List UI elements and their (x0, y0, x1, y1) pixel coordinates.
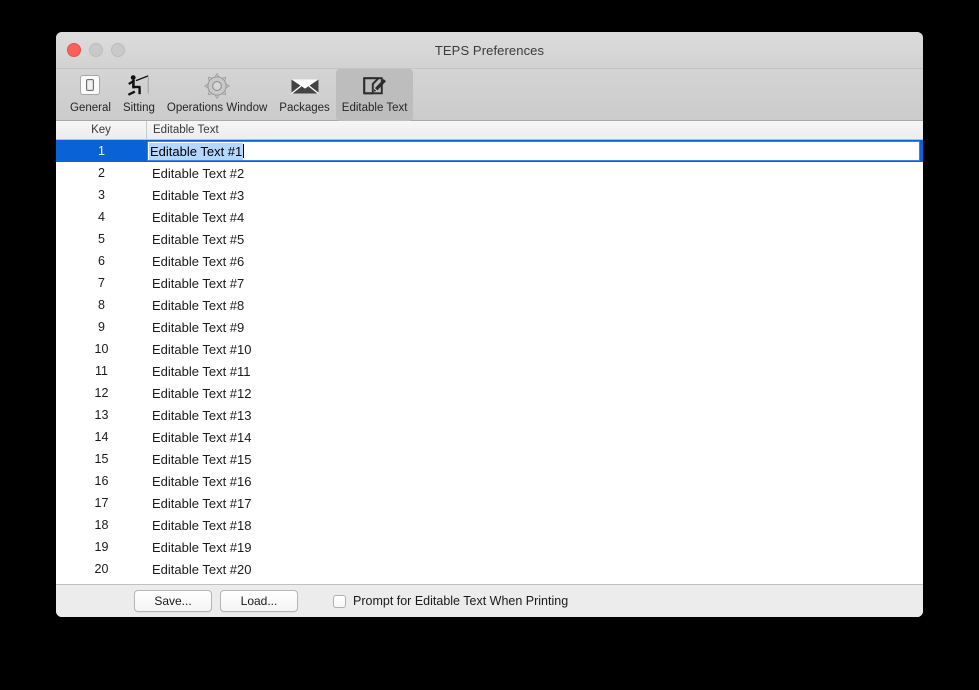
cell-key: 2 (98, 166, 105, 180)
table-body: 1 Editable Text #1 2 Editable Text #2 3 Edita… (56, 140, 923, 584)
tab-packages-label: Packages (279, 102, 330, 114)
cell-editable-text[interactable]: Editable Text #10 (147, 342, 923, 357)
column-header-editable-text[interactable]: Editable Text (147, 121, 923, 139)
cell-key: 3 (98, 188, 105, 202)
tab-packages[interactable]: Packages (273, 69, 336, 121)
table-row[interactable]: 7 Editable Text #7 (56, 272, 923, 294)
cell-editable-text[interactable]: Editable Text #20 (147, 562, 923, 577)
table-row[interactable]: 17 Editable Text #17 (56, 492, 923, 514)
window-controls (67, 32, 125, 68)
preferences-window: TEPS Preferences General Sitting Operati… (56, 32, 923, 617)
window-titlebar: TEPS Preferences (56, 32, 923, 69)
envelope-icon (290, 72, 320, 100)
tab-operations-window-label: Operations Window (166, 102, 268, 114)
save-button[interactable]: Save... (134, 590, 212, 612)
cell-editable-text[interactable]: Editable Text #11 (147, 364, 923, 379)
cell-editable-text[interactable]: Editable Text #9 (147, 320, 923, 335)
cell-editable-text[interactable]: Editable Text #4 (147, 210, 923, 225)
cell-editable-text[interactable]: Editable Text #19 (147, 540, 923, 555)
table-header-row: Key Editable Text (56, 121, 923, 140)
editable-text-input[interactable]: Editable Text #1 (147, 141, 920, 161)
toggle-switch-icon (75, 72, 105, 100)
cell-editable-text[interactable]: Editable Text #2 (147, 166, 923, 181)
cell-editable-text[interactable]: Editable Text #13 (147, 408, 923, 423)
cell-key: 10 (94, 342, 109, 356)
table-row[interactable]: 8 Editable Text #8 (56, 294, 923, 316)
cell-key: 14 (94, 430, 109, 444)
load-button[interactable]: Load... (220, 590, 298, 612)
window-title: TEPS Preferences (434, 42, 545, 58)
minimize-button[interactable] (89, 43, 103, 57)
cell-key: 13 (94, 408, 109, 422)
cell-key: 4 (98, 210, 105, 224)
table-row[interactable]: 10 Editable Text #10 (56, 338, 923, 360)
cell-editable-text[interactable]: Editable Text #18 (147, 518, 923, 533)
cell-key: 11 (95, 364, 108, 378)
cell-editable-text[interactable]: Editable Text #12 (147, 386, 923, 401)
table-row[interactable]: 14 Editable Text #14 (56, 426, 923, 448)
text-caret (243, 144, 245, 158)
prompt-for-editable-text-checkbox[interactable] (333, 594, 346, 608)
table-row[interactable]: 12 Editable Text #12 (56, 382, 923, 404)
cell-key: 1 (98, 144, 105, 158)
table-row[interactable]: 6 Editable Text #6 (56, 250, 923, 272)
cell-editable-text[interactable]: Editable Text #7 (147, 276, 923, 291)
cell-key: 18 (94, 518, 109, 532)
table-row[interactable]: 19 Editable Text #19 (56, 536, 923, 558)
cell-editable-text[interactable]: Editable Text #6 (147, 254, 923, 269)
table-row[interactable]: 4 Editable Text #4 (56, 206, 923, 228)
table-row[interactable]: 1 Editable Text #1 (56, 140, 923, 162)
tab-sitting-label: Sitting (122, 102, 155, 114)
bottom-toolbar: Save... Load... Prompt for Editable Text… (56, 584, 923, 617)
cell-editable-text[interactable]: Editable Text #5 (147, 232, 923, 247)
cell-key: 17 (94, 496, 109, 510)
cell-key: 19 (94, 540, 109, 554)
cell-key: 12 (94, 386, 109, 400)
cell-editable-text[interactable]: Editable Text #17 (147, 496, 923, 511)
cell-key: 7 (98, 276, 105, 290)
cell-key: 5 (98, 232, 105, 246)
cell-key: 20 (94, 562, 109, 576)
table-row[interactable]: 3 Editable Text #3 (56, 184, 923, 206)
preferences-toolbar: General Sitting Operations Window Packag… (56, 69, 923, 121)
cell-key: 6 (98, 254, 105, 268)
tab-editable-text[interactable]: Editable Text (335, 69, 414, 121)
cell-key: 8 (98, 298, 105, 312)
table-row[interactable]: 15 Editable Text #15 (56, 448, 923, 470)
cell-editable-text[interactable]: Editable Text #14 (147, 430, 923, 445)
cell-key: 9 (98, 320, 105, 334)
table-row[interactable]: 9 Editable Text #9 (56, 316, 923, 338)
tab-sitting[interactable]: Sitting (117, 69, 161, 121)
table-row[interactable]: 16 Editable Text #16 (56, 470, 923, 492)
cell-editable-text[interactable]: Editable Text #1 (147, 141, 923, 161)
prompt-for-editable-text-label: Prompt for Editable Text When Printing (353, 594, 569, 608)
tab-operations-window[interactable]: Operations Window (161, 69, 273, 121)
cell-editable-text[interactable]: Editable Text #3 (147, 188, 923, 203)
table-row[interactable]: 2 Editable Text #2 (56, 162, 923, 184)
cell-key: 16 (94, 474, 109, 488)
cell-editable-text[interactable]: Editable Text #15 (147, 452, 923, 467)
column-header-key[interactable]: Key (56, 121, 147, 139)
zoom-button[interactable] (111, 43, 125, 57)
table-row[interactable]: 20 Editable Text #20 (56, 558, 923, 580)
table-row[interactable]: 5 Editable Text #5 (56, 228, 923, 250)
editable-text-table: Key Editable Text 1 Editable Text #1 2 Edit… (56, 121, 923, 584)
tab-general[interactable]: General (64, 69, 117, 121)
table-row[interactable]: 13 Editable Text #13 (56, 404, 923, 426)
close-button[interactable] (67, 43, 81, 57)
gear-icon (202, 72, 232, 100)
table-row[interactable]: 18 Editable Text #18 (56, 514, 923, 536)
pencil-note-icon (360, 72, 390, 100)
editable-text-input-value: Editable Text #1 (149, 142, 244, 160)
cell-editable-text[interactable]: Editable Text #8 (147, 298, 923, 313)
table-row[interactable]: 11 Editable Text #11 (56, 360, 923, 382)
cell-editable-text[interactable]: Editable Text #16 (147, 474, 923, 489)
tab-general-label: General (70, 102, 111, 114)
prompt-for-editable-text-checkbox-group[interactable]: Prompt for Editable Text When Printing (333, 594, 568, 608)
person-fishing-icon (124, 72, 154, 100)
tab-editable-text-label: Editable Text (341, 102, 408, 114)
cell-key: 15 (94, 452, 109, 466)
